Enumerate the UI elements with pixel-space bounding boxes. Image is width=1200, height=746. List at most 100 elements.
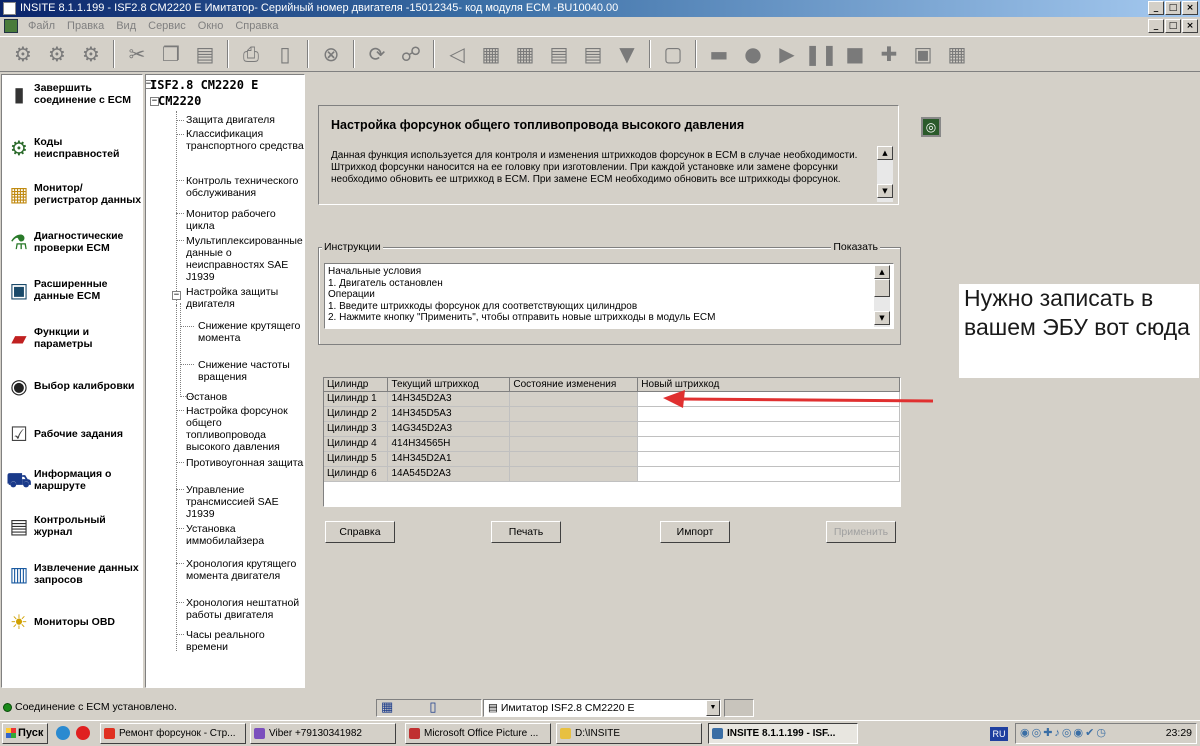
database-edit-icon[interactable]: ▦ bbox=[510, 39, 540, 69]
scroll-down-icon[interactable]: ▼ bbox=[874, 311, 890, 325]
properties-icon[interactable]: ☍ bbox=[396, 39, 426, 69]
chevron-down-icon[interactable]: ▼ bbox=[706, 700, 720, 716]
sidebar-item-diagnostics[interactable]: ⚗ Диагностические проверки ECM bbox=[4, 227, 142, 257]
print-icon[interactable]: ⎙ bbox=[236, 39, 266, 69]
connect-icon[interactable]: ⚙ bbox=[8, 39, 38, 69]
sidebar-item-audit-log[interactable]: ▤ Контрольный журнал bbox=[4, 511, 142, 541]
doc-minimize-button[interactable]: _ bbox=[1148, 19, 1164, 33]
tree-node-injector-setup[interactable]: Настройка форсунок общего топливопровода… bbox=[186, 405, 304, 453]
simulator-select[interactable]: ▤ Имитатор ISF2.8 CM2220 E ▼ bbox=[483, 699, 721, 717]
signal-icon[interactable]: ◁ bbox=[442, 39, 472, 69]
show-toggle[interactable]: Показать bbox=[831, 241, 880, 253]
sidebar-item-functions[interactable]: ▰ Функции и параметры bbox=[4, 323, 142, 353]
print-preview-icon[interactable]: ▯ bbox=[270, 39, 300, 69]
column-header-cylinder[interactable]: Цилиндр bbox=[324, 378, 389, 392]
menu-service[interactable]: Сервис bbox=[142, 17, 192, 35]
disconnect-icon[interactable]: ⚙ bbox=[42, 39, 72, 69]
refresh-icon[interactable]: ⟳ bbox=[362, 39, 392, 69]
new-code-input[interactable] bbox=[637, 466, 900, 482]
tree-node[interactable]: Снижение частоты вращения bbox=[198, 359, 302, 383]
start-button[interactable]: Пуск bbox=[2, 723, 48, 744]
menu-help[interactable]: Справка bbox=[229, 17, 284, 35]
stop-icon[interactable]: ■ bbox=[840, 39, 870, 69]
doc-close-button[interactable]: × bbox=[1182, 19, 1198, 33]
tray-icons[interactable]: ◉◎✚♪◎◉✔◷ bbox=[1020, 724, 1108, 743]
tree-node[interactable]: Настройка защиты двигателя bbox=[186, 286, 304, 310]
stop-circle-icon[interactable]: ● bbox=[738, 39, 768, 69]
tree-node[interactable]: Защита двигателя bbox=[186, 114, 304, 126]
tools-icon[interactable]: ▣ bbox=[908, 39, 938, 69]
report-icon[interactable]: ▤ bbox=[544, 39, 574, 69]
ecm-icon[interactable]: ⚙ bbox=[76, 39, 106, 69]
language-indicator[interactable]: RU bbox=[990, 727, 1008, 741]
play-icon[interactable]: ▶ bbox=[772, 39, 802, 69]
database-icon[interactable]: ▦ bbox=[476, 39, 506, 69]
tree-node[interactable]: Хронология крутящего момента двигателя bbox=[186, 558, 304, 582]
pause-icon[interactable]: ❚❚ bbox=[804, 39, 838, 69]
taskbar-item-picture-manager[interactable]: Microsoft Office Picture ... bbox=[405, 723, 551, 744]
scroll-thumb[interactable] bbox=[874, 279, 890, 297]
tree-node[interactable]: Монитор рабочего цикла bbox=[186, 208, 304, 232]
tree-node[interactable]: Часы реального времени bbox=[186, 629, 304, 653]
sidebar-item-extended-data[interactable]: ▣ Расширенные данные ECM bbox=[4, 275, 142, 305]
sidebar-item-disconnect[interactable]: ▮ Завершить соединение с ECM bbox=[4, 79, 142, 109]
new-code-input[interactable] bbox=[637, 451, 900, 467]
import-button[interactable]: Импорт bbox=[660, 521, 730, 543]
opera-icon[interactable] bbox=[76, 726, 90, 740]
scroll-track[interactable] bbox=[874, 297, 890, 311]
ie-icon[interactable] bbox=[56, 726, 70, 740]
tree-node[interactable]: Хронология нештатной работы двигателя bbox=[186, 597, 304, 621]
maximize-button[interactable]: □ bbox=[1165, 1, 1181, 15]
taskbar-item-folder[interactable]: D:\INSITE bbox=[556, 723, 702, 744]
sidebar-item-data-extraction[interactable]: ▥ Извлечение данных запросов bbox=[4, 559, 142, 589]
column-header-current-code[interactable]: Текущий штрихкод bbox=[387, 378, 511, 392]
new-code-input[interactable] bbox=[637, 436, 900, 452]
taskbar-item-insite[interactable]: INSITE 8.1.1.199 - ISF... bbox=[708, 723, 858, 744]
cut-icon[interactable]: ✂ bbox=[122, 39, 152, 69]
apply-button[interactable]: Применить bbox=[826, 521, 896, 543]
tree-node[interactable]: Контроль технического обслуживания bbox=[186, 175, 304, 199]
report-edit-icon[interactable]: ▤ bbox=[578, 39, 608, 69]
filter-icon[interactable]: ▼ bbox=[612, 39, 642, 69]
tree-node[interactable]: Снижение крутящего момента bbox=[198, 320, 302, 344]
help-button[interactable]: Справка bbox=[325, 521, 395, 543]
menu-view[interactable]: Вид bbox=[110, 17, 142, 35]
menu-edit[interactable]: Правка bbox=[61, 17, 110, 35]
instructions-scrollbar[interactable]: ▲ ▼ bbox=[874, 265, 890, 327]
scroll-up-icon[interactable]: ▲ bbox=[874, 265, 890, 279]
sidebar-item-monitor[interactable]: ▦ Монитор/регистратор данных bbox=[4, 179, 142, 209]
copy-icon[interactable]: ❐ bbox=[156, 39, 186, 69]
sidebar-item-fault-codes[interactable]: ⚙ Коды неисправностей bbox=[4, 133, 142, 163]
sidebar-item-calibration[interactable]: ◉ Выбор калибровки bbox=[4, 371, 142, 401]
close-button[interactable]: × bbox=[1182, 1, 1198, 15]
find-icon[interactable]: ⊗ bbox=[316, 39, 346, 69]
ecm-status-icon[interactable]: ◎ bbox=[921, 117, 941, 137]
tree-module[interactable]: CM2220 bbox=[158, 94, 201, 108]
description-scrollbar[interactable]: ▲ ▼ bbox=[877, 146, 893, 202]
connector-icon[interactable]: ▬ bbox=[704, 39, 734, 69]
window-icon[interactable]: ▢ bbox=[658, 39, 688, 69]
tree-node[interactable]: Останов bbox=[186, 391, 304, 403]
tree-node[interactable]: Мультиплексированные данные о неисправно… bbox=[186, 235, 304, 283]
print-button[interactable]: Печать bbox=[491, 521, 561, 543]
sidebar-item-obd-monitors[interactable]: ☀ Мониторы OBD bbox=[4, 607, 142, 637]
scroll-track[interactable] bbox=[877, 160, 893, 184]
tree-root[interactable]: ISF2.8 CM2220 E bbox=[150, 78, 258, 92]
sidebar-item-work-orders[interactable]: ☑ Рабочие задания bbox=[4, 419, 142, 449]
menu-window[interactable]: Окно bbox=[192, 17, 230, 35]
add-icon[interactable]: ✚ bbox=[874, 39, 904, 69]
paste-icon[interactable]: ▤ bbox=[190, 39, 220, 69]
tree-node[interactable]: Классификация транспортного средства bbox=[186, 128, 304, 152]
doc-maximize-button[interactable]: □ bbox=[1165, 19, 1181, 33]
taskbar-item-browser[interactable]: Ремонт форсунок - Стр... bbox=[100, 723, 246, 744]
column-header-change-status[interactable]: Состояние изменения bbox=[509, 378, 639, 392]
sidebar-item-route-info[interactable]: ⛟ Информация о маршруте bbox=[4, 465, 142, 495]
taskbar-item-viber[interactable]: Viber +79130341982 bbox=[250, 723, 396, 744]
scroll-up-icon[interactable]: ▲ bbox=[877, 146, 893, 160]
minimize-button[interactable]: _ bbox=[1148, 1, 1164, 15]
tree-node[interactable]: Противоугонная защита bbox=[186, 457, 304, 469]
menu-file[interactable]: Файл bbox=[22, 17, 61, 35]
scroll-down-icon[interactable]: ▼ bbox=[877, 184, 893, 198]
tree-collapse-toggle[interactable]: − bbox=[172, 291, 181, 300]
tree-node[interactable]: Установка иммобилайзера bbox=[186, 523, 304, 547]
